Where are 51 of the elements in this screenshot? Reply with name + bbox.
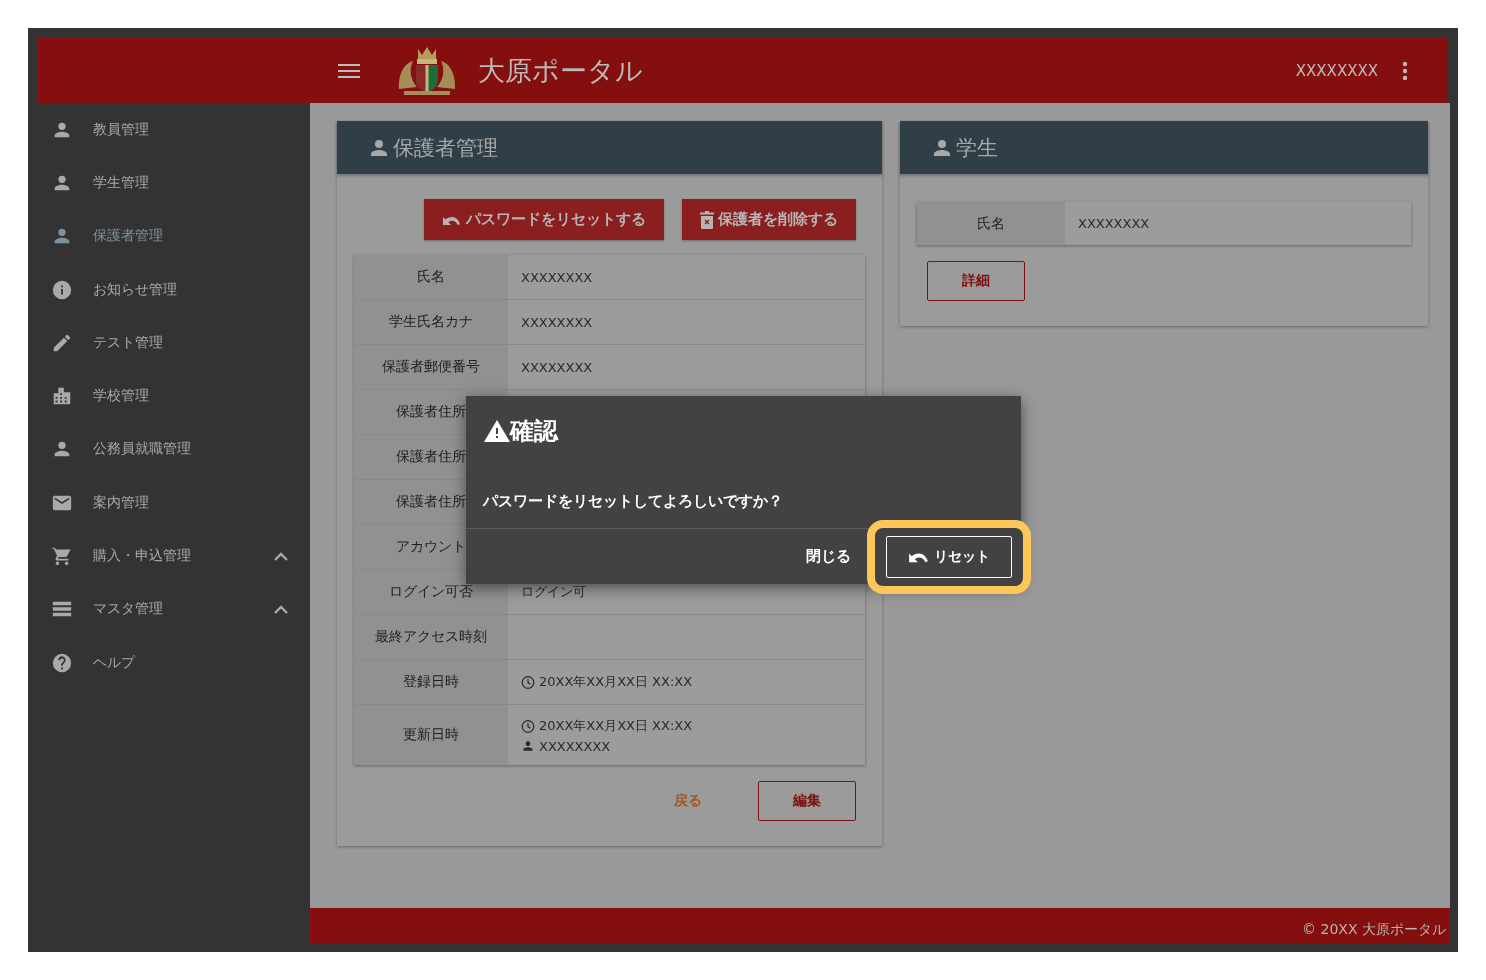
chevron-up-icon xyxy=(274,604,288,614)
person-icon xyxy=(521,739,535,753)
row-label: 保護者郵便番号 xyxy=(354,345,508,389)
row-label: 氏名 xyxy=(917,202,1065,245)
edit-button[interactable]: 編集 xyxy=(758,781,856,821)
sidebar-item[interactable]: 案内管理 xyxy=(38,476,310,530)
more-options-icon[interactable] xyxy=(1402,60,1408,81)
row-value: XXXXXXXX xyxy=(521,359,594,375)
row-value: XXXXXXXX xyxy=(521,269,594,285)
dialog-title: 確認 xyxy=(510,416,558,447)
sidebar-item[interactable]: テスト管理 xyxy=(38,316,310,370)
row-value: ログイン可 xyxy=(521,583,587,601)
card-title: 学生 xyxy=(956,134,998,162)
sidebar-item[interactable]: 教員管理 xyxy=(38,103,310,157)
chevron-up-icon xyxy=(274,551,288,561)
warning-icon xyxy=(484,420,510,442)
row-value: 20XX年XX月XX日 XX:XX xyxy=(521,716,865,735)
row-label: 氏名 xyxy=(354,255,508,299)
sidebar-item[interactable]: マスタ管理 xyxy=(38,582,310,636)
row-label: 最終アクセス時刻 xyxy=(354,615,508,659)
sidebar-item[interactable]: ヘルプ xyxy=(38,635,310,690)
sidebar-item[interactable]: 購入・申込管理 xyxy=(38,529,310,583)
card-title: 保護者管理 xyxy=(393,134,498,162)
row-value: XXXXXXXX xyxy=(521,738,865,754)
clock-icon xyxy=(521,718,535,733)
help-icon xyxy=(51,651,73,674)
details-button[interactable]: 詳細 xyxy=(927,261,1025,301)
copyright-text: © 20XX 大原ポータル xyxy=(1302,921,1446,939)
sidebar-item[interactable]: 学生管理 xyxy=(38,156,310,210)
reset-button[interactable]: リセット xyxy=(886,535,1012,578)
app-title: 大原ポータル xyxy=(478,53,643,88)
sidebar-item[interactable]: 公務員就職管理 xyxy=(38,422,310,477)
menu-icon[interactable] xyxy=(338,62,360,79)
sidebar-item[interactable]: 保護者管理 xyxy=(38,209,310,263)
user-name[interactable]: XXXXXXXX xyxy=(1295,61,1378,80)
sidebar-item[interactable]: 学校管理 xyxy=(38,369,310,423)
clock-icon xyxy=(521,675,535,689)
reset-password-button[interactable]: パスワードをリセットする xyxy=(424,199,664,240)
row-value: 20XX年XX月XX日 XX:XX xyxy=(521,673,865,691)
cart-icon xyxy=(51,545,73,567)
trash-icon xyxy=(700,210,714,229)
delete-button[interactable]: 保護者を削除する xyxy=(682,199,856,240)
row-value: XXXXXXXX xyxy=(1078,216,1151,231)
row-label: ログイン可否 xyxy=(354,570,508,614)
close-button[interactable]: 閉じる xyxy=(806,539,851,574)
info-icon xyxy=(51,278,73,301)
row-label: 登録日時 xyxy=(354,660,508,704)
row-label: 更新日時 xyxy=(354,705,508,765)
sidebar-item[interactable]: お知らせ管理 xyxy=(38,262,310,317)
row-value: XXXXXXXX xyxy=(521,314,594,330)
row-label: 学生氏名カナ xyxy=(354,300,508,344)
